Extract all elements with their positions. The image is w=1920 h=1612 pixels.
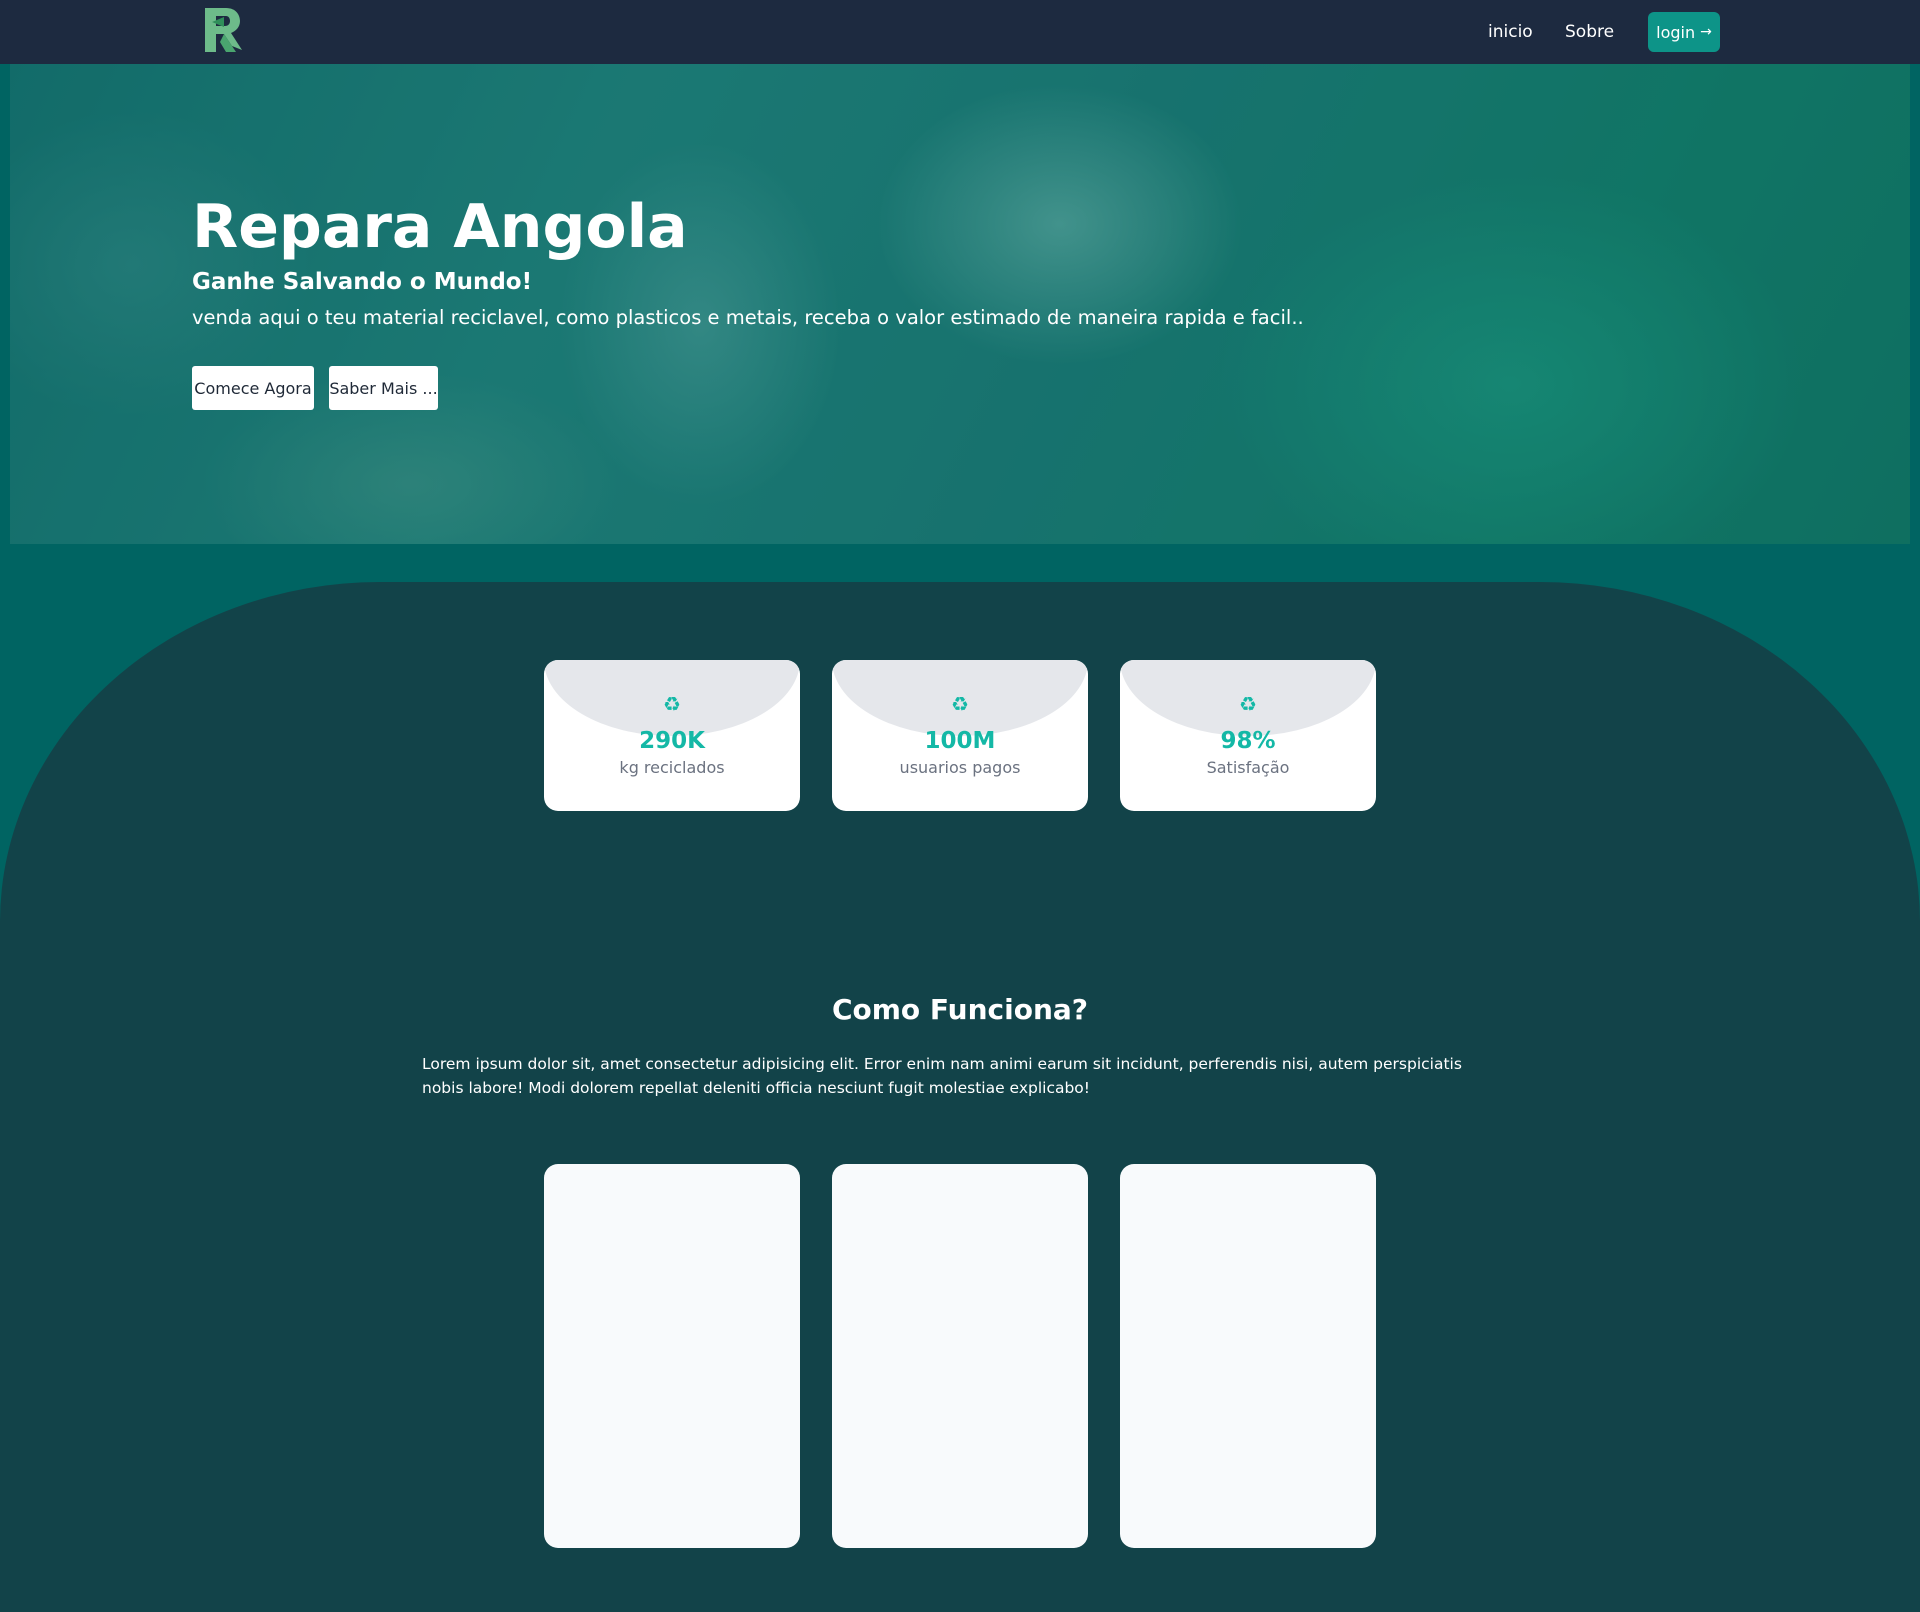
stat-label: kg reciclados xyxy=(619,758,725,777)
recycle-icon: ♻ xyxy=(663,692,681,716)
stat-card-recycled: ♻ 290K kg reciclados xyxy=(544,660,800,811)
how-it-works-title: Como Funciona? xyxy=(831,993,1089,1026)
stat-value: 98% xyxy=(1220,728,1276,754)
login-button[interactable]: login → xyxy=(1648,12,1720,52)
hero-title: Repara Angola xyxy=(192,192,688,262)
how-it-works-text: Lorem ipsum dolor sit, amet consectetur … xyxy=(422,1055,1462,1097)
navbar: inicio Sobre login → xyxy=(0,0,1920,64)
r-logo-icon[interactable] xyxy=(202,6,246,56)
recycle-icon: ♻ xyxy=(1239,692,1257,716)
stat-card-satisfaction: ♻ 98% Satisfação xyxy=(1120,660,1376,811)
nav-link-inicio[interactable]: inicio xyxy=(1488,20,1533,44)
stat-label: usuarios pagos xyxy=(899,758,1021,777)
start-now-button[interactable]: Comece Agora xyxy=(192,366,314,410)
hero-description: venda aqui o teu material reciclavel, co… xyxy=(192,306,1304,329)
learn-more-button[interactable]: Saber Mais ... xyxy=(329,366,438,410)
login-label: login xyxy=(1656,22,1696,42)
step-card-3 xyxy=(1120,1164,1376,1548)
arrow-right-icon: → xyxy=(1700,24,1712,40)
recycle-icon: ♻ xyxy=(951,692,969,716)
step-card-1 xyxy=(544,1164,800,1548)
hero-subtitle: Ganhe Salvando o Mundo! xyxy=(192,269,533,295)
step-card-2 xyxy=(832,1164,1088,1548)
stat-label: Satisfação xyxy=(1206,758,1290,777)
nav-link-sobre[interactable]: Sobre xyxy=(1565,20,1614,44)
stat-card-users: ♻ 100M usuarios pagos xyxy=(832,660,1088,811)
hero-banner: Repara Angola Ganhe Salvando o Mundo! ve… xyxy=(10,64,1910,544)
stat-value: 290K xyxy=(639,728,705,754)
stat-value: 100M xyxy=(924,728,996,754)
